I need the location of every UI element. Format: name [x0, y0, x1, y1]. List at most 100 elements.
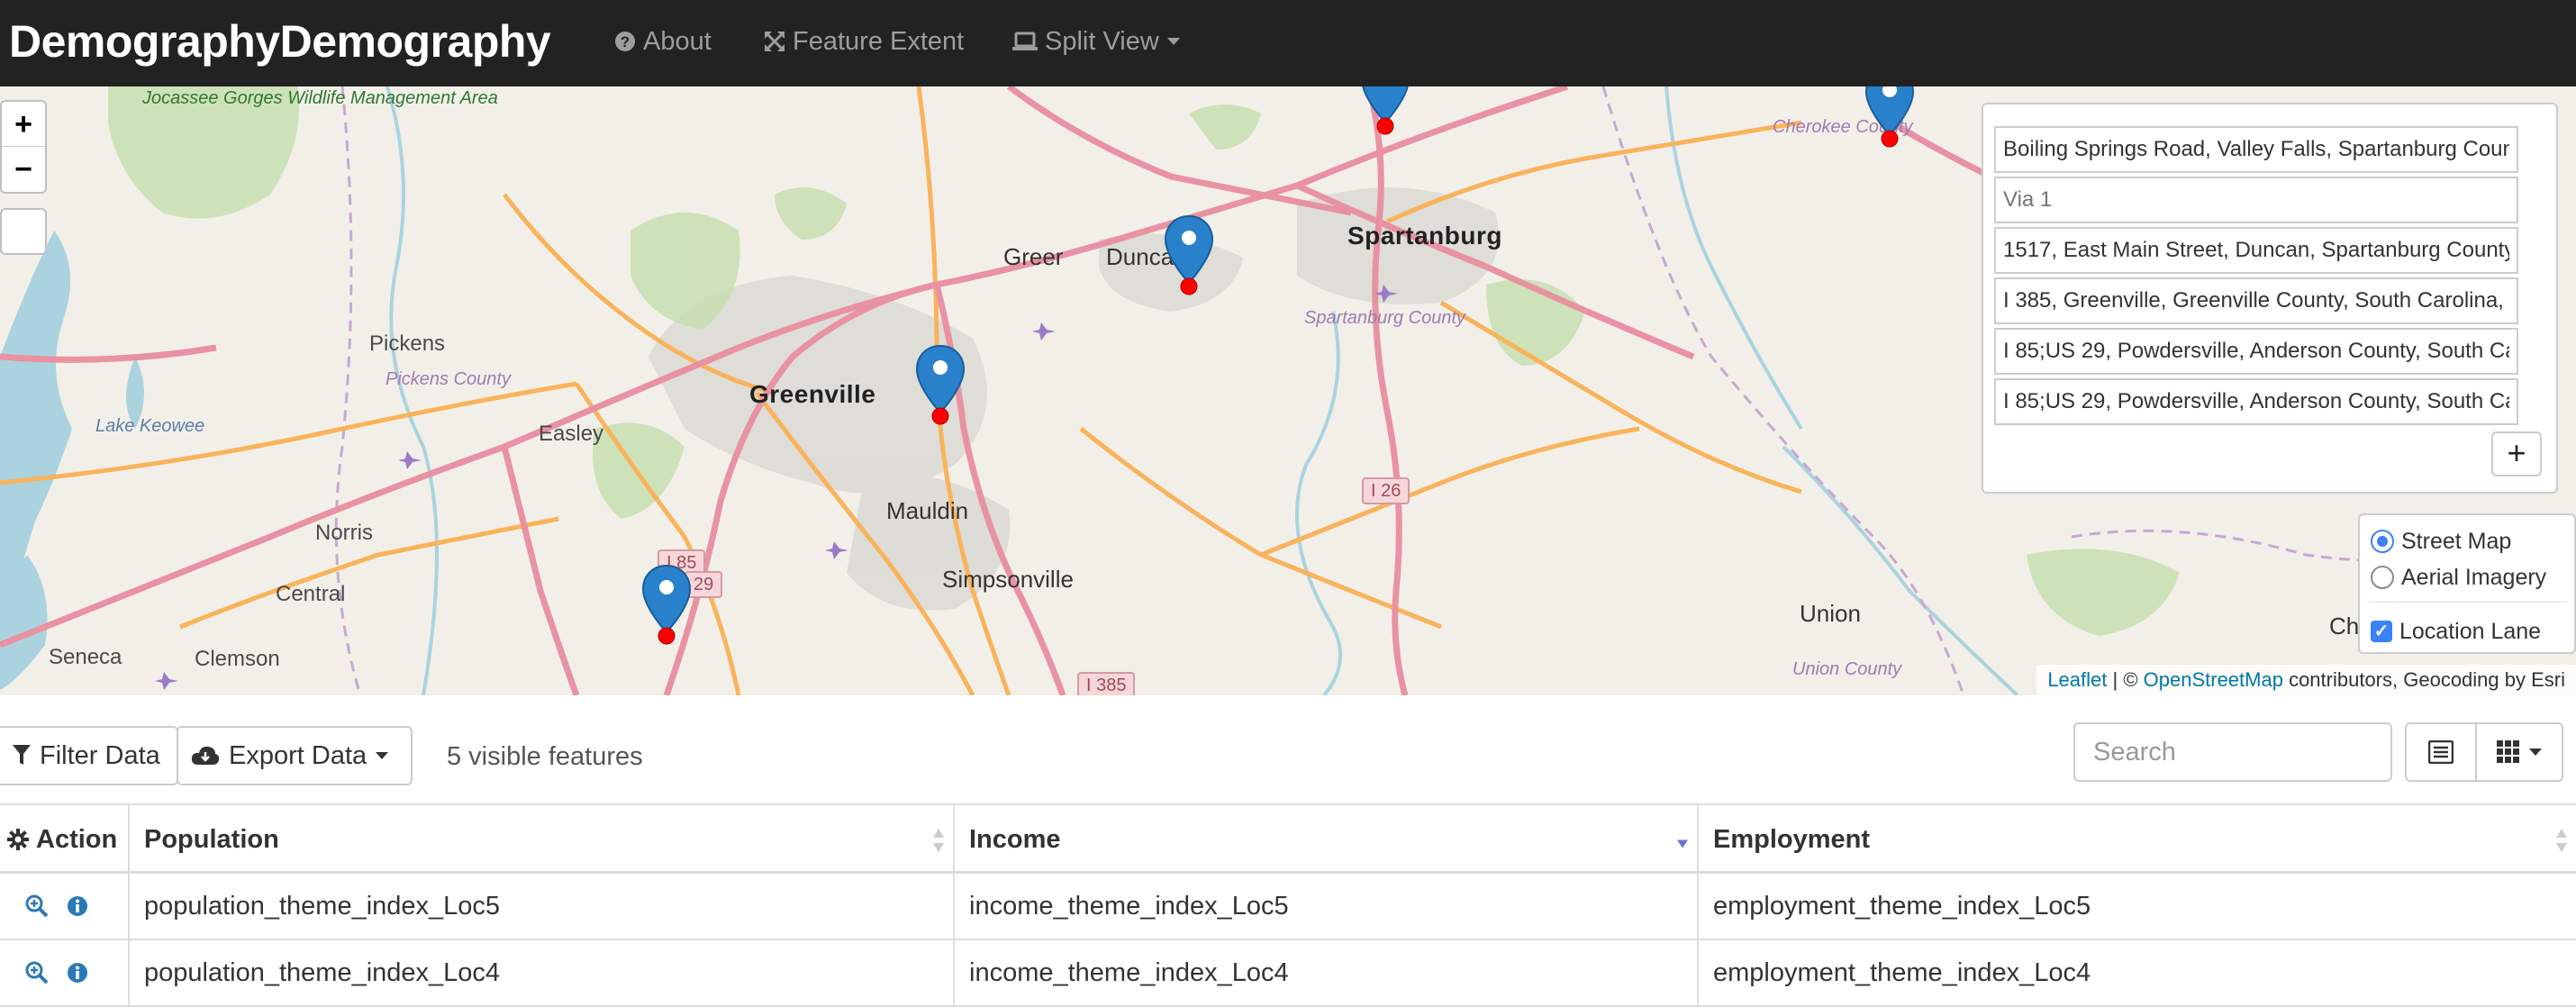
- zoom-out-button[interactable]: −: [2, 147, 45, 192]
- cloud-download-icon: [191, 746, 220, 765]
- nav-feature-extent-label: Feature Extent: [793, 27, 965, 56]
- map-label-mauldin: Mauldin: [886, 497, 969, 524]
- nav-about[interactable]: ? About: [614, 22, 712, 61]
- filter-data-button[interactable]: Filter Data: [0, 726, 178, 785]
- street-map-radio[interactable]: [2371, 530, 2394, 553]
- location-lane-checkbox[interactable]: ✓: [2371, 621, 2392, 642]
- leaflet-link[interactable]: Leaflet: [2047, 668, 2107, 691]
- map-extra-control[interactable]: [0, 208, 47, 255]
- gear-icon: [7, 829, 29, 850]
- waypoint-input-3[interactable]: [1994, 227, 2518, 274]
- column-population[interactable]: Population: [130, 805, 955, 874]
- info-icon[interactable]: [67, 962, 88, 984]
- map-label-jocassee: Jocassee Gorges Wildlife Management Area: [142, 88, 498, 108]
- waypoint-input-5[interactable]: [1994, 328, 2518, 375]
- table-header: Action Population Income Employment: [0, 805, 2576, 874]
- zoom-in-button[interactable]: +: [2, 102, 45, 147]
- row-actions: [0, 874, 130, 939]
- map[interactable]: Jocassee Gorges Wildlife Management Area…: [0, 86, 2576, 695]
- laptop-icon: [1012, 32, 1038, 50]
- map-label-pickens: Pickens: [369, 331, 446, 356]
- table-row[interactable]: population_theme_index_Loc4 income_theme…: [0, 940, 2576, 1007]
- map-label-simpsonville: Simpsonville: [942, 566, 1074, 593]
- column-income-label: Income: [969, 825, 1061, 854]
- waypoint-input-6[interactable]: [1994, 378, 2518, 425]
- info-icon[interactable]: [67, 895, 88, 917]
- list-icon: [2428, 740, 2454, 764]
- zoom-control: + −: [0, 100, 47, 194]
- layer-location-lane[interactable]: ✓ Location Lane: [2371, 616, 2541, 647]
- cell-employment: employment_theme_index_Loc5: [1713, 892, 2091, 921]
- attribution-text: contributors, Geocoding by Esri: [2282, 668, 2565, 691]
- routing-panel: +: [1982, 103, 2558, 494]
- sort-icon: [933, 829, 944, 852]
- toggle-table-button[interactable]: [2405, 722, 2477, 782]
- arrows-expand-icon: [765, 32, 785, 51]
- waypoint-input-2[interactable]: [1994, 177, 2518, 223]
- export-data-button[interactable]: Export Data: [177, 726, 413, 785]
- openstreetmap-link[interactable]: OpenStreetMap: [2144, 668, 2283, 691]
- column-employment[interactable]: Employment: [1699, 805, 2576, 874]
- nav-feature-extent[interactable]: Feature Extent: [764, 22, 964, 61]
- map-label-union-county: Union County: [1792, 659, 1902, 679]
- map-label-greer: Greer: [1003, 243, 1064, 270]
- column-action: Action: [0, 805, 130, 874]
- column-population-label: Population: [144, 825, 279, 854]
- caret-down-icon: [1166, 38, 1180, 45]
- zoom-to-icon[interactable]: [25, 894, 49, 918]
- table-toolbar: Filter Data Export Data 5 visible featur…: [0, 695, 2576, 803]
- cell-income: income_theme_index_Loc4: [955, 940, 1699, 1005]
- nav-split-view-label: Split View: [1045, 27, 1159, 56]
- table-row[interactable]: population_theme_index_Loc5 income_theme…: [0, 874, 2576, 940]
- columns-button[interactable]: [2475, 722, 2563, 782]
- map-label-cherokee-county: Cherokee County: [1773, 117, 1913, 137]
- map-label-easley: Easley: [539, 422, 604, 446]
- sort-icon: [2556, 829, 2567, 852]
- cell-population: population_theme_index_Loc4: [130, 940, 955, 1005]
- layer-control: Street Map Aerial Imagery ✓ Location Lan…: [2358, 513, 2576, 654]
- zoom-to-icon[interactable]: [25, 961, 49, 984]
- map-label-norris: Norris: [315, 521, 373, 545]
- row-actions: [0, 940, 130, 1005]
- nav-split-view[interactable]: Split View: [1012, 22, 1181, 61]
- column-income[interactable]: Income: [955, 805, 1699, 874]
- shield-i385: I 385: [1077, 672, 1136, 695]
- grid-icon: [2497, 740, 2519, 763]
- table-search-input[interactable]: Search: [2073, 722, 2392, 782]
- map-marker-1[interactable]: [1358, 86, 1412, 137]
- filter-data-label: Filter Data: [40, 740, 160, 770]
- map-marker-3[interactable]: [1162, 214, 1216, 297]
- map-label-spartanburg-county: Spartanburg County: [1304, 308, 1466, 328]
- export-data-label: Export Data: [229, 740, 367, 770]
- aerial-imagery-radio[interactable]: [2371, 566, 2394, 589]
- shield-i26: I 26: [1362, 477, 1410, 504]
- map-marker-2[interactable]: [1863, 86, 1917, 150]
- map-label-seneca: Seneca: [49, 645, 122, 669]
- nav-about-label: About: [643, 27, 712, 56]
- cell-employment: employment_theme_index_Loc4: [1713, 958, 2091, 987]
- caret-down-icon: [376, 751, 389, 759]
- caret-down-icon: [2529, 748, 2542, 756]
- map-label-union: Union: [1800, 600, 1861, 627]
- map-marker-4[interactable]: [913, 344, 967, 427]
- navbar: DemographyDemography ? About Feature Ext…: [0, 0, 2576, 86]
- aerial-imagery-label: Aerial Imagery: [2401, 564, 2547, 590]
- brand-title[interactable]: DemographyDemography: [9, 13, 551, 70]
- waypoint-input-4[interactable]: [1994, 277, 2518, 324]
- layer-aerial-imagery[interactable]: Aerial Imagery: [2371, 562, 2546, 593]
- column-action-label: Action: [36, 825, 118, 854]
- location-lane-label: Location Lane: [2399, 618, 2542, 644]
- sort-desc-icon: [1677, 839, 1688, 848]
- map-attribution: Leaflet | © OpenStreetMap contributors, …: [2036, 665, 2576, 695]
- filter-icon: [13, 745, 31, 765]
- map-label-lake-keowee: Lake Keowee: [95, 416, 205, 436]
- map-label-pickens-county: Pickens County: [385, 369, 511, 389]
- attribution-separator: | ©: [2107, 668, 2144, 691]
- svg-text:?: ?: [621, 33, 630, 50]
- add-waypoint-button[interactable]: +: [2491, 431, 2542, 476]
- question-circle-icon: ?: [615, 32, 635, 51]
- map-marker-5[interactable]: [639, 564, 694, 647]
- layer-street-map[interactable]: Street Map: [2371, 526, 2511, 557]
- waypoint-input-1[interactable]: [1994, 126, 2518, 173]
- cell-income: income_theme_index_Loc5: [955, 874, 1699, 939]
